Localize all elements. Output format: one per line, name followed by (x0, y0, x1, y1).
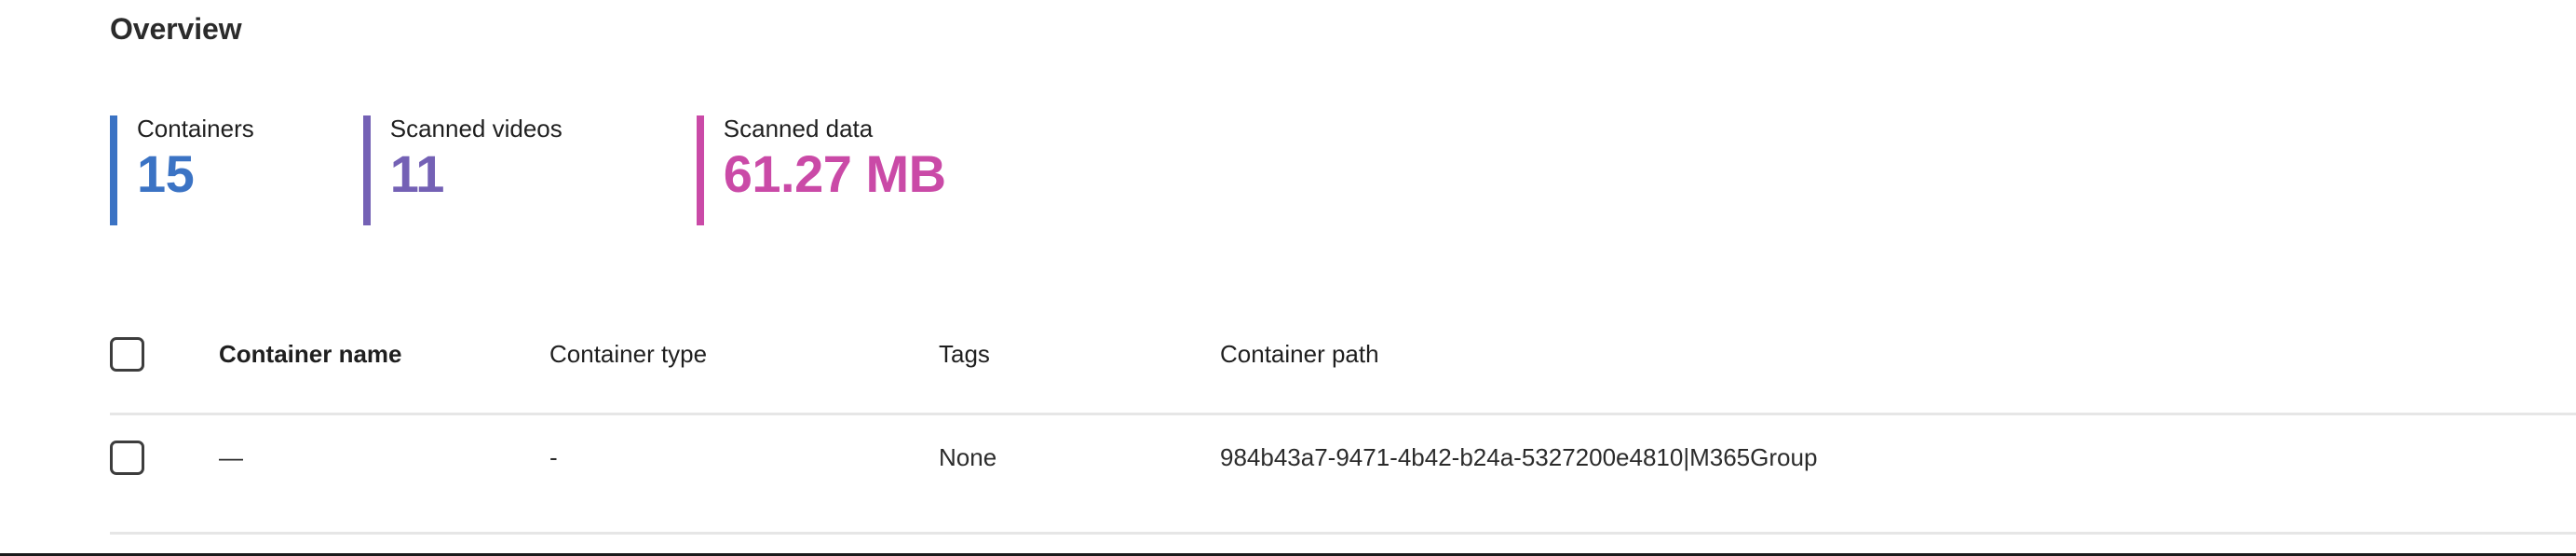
stat-card-scanned-data: Scanned data 61.27 MB (696, 115, 946, 225)
cell-tags: None (939, 442, 997, 471)
cell-container-path: 984b43a7-9471-4b42-b24a-5327200e4810|M36… (1220, 442, 1818, 471)
table-header-row: Container name Container type Tags Conta… (0, 307, 2576, 400)
stat-card-scanned-videos: Scanned videos 11 (362, 115, 563, 225)
select-all-cell (110, 336, 219, 372)
stat-card-containers: Containers 15 (110, 115, 254, 225)
overview-page: Overview Containers 15 Scanned videos 11… (0, 0, 2576, 556)
column-header-container-type[interactable]: Container type (549, 340, 707, 368)
stat-accent-bar-containers (110, 115, 117, 225)
stat-accent-bar-scanned-data (696, 115, 704, 225)
containers-table: Container name Container type Tags Conta… (0, 307, 2576, 514)
column-header-container-name[interactable]: Container name (219, 340, 402, 368)
row-select-checkbox[interactable] (110, 440, 144, 475)
cell-container-name: — (219, 442, 243, 471)
column-header-tags[interactable]: Tags (939, 340, 990, 368)
stat-value-scanned-data: 61.27 MB (723, 143, 946, 203)
table-row[interactable]: — - None 984b43a7-9471-4b42-b24a-5327200… (0, 400, 2576, 514)
header-divider (110, 413, 2576, 415)
stat-label-scanned-data: Scanned data (723, 115, 874, 142)
page-title: Overview (110, 12, 242, 46)
select-all-checkbox[interactable] (110, 336, 144, 372)
column-header-container-path[interactable]: Container path (1220, 340, 1379, 368)
row-divider (110, 532, 2576, 535)
stat-label-containers: Containers (137, 115, 254, 142)
stats-row: Containers 15 Scanned videos 11 Scanned … (110, 115, 946, 225)
row-select-cell (110, 440, 219, 475)
stat-accent-bar-scanned-videos (362, 115, 371, 225)
cell-container-type: - (549, 442, 558, 471)
stat-value-containers: 15 (137, 143, 195, 203)
stat-value-scanned-videos: 11 (389, 143, 445, 203)
stat-label-scanned-videos: Scanned videos (389, 115, 563, 142)
